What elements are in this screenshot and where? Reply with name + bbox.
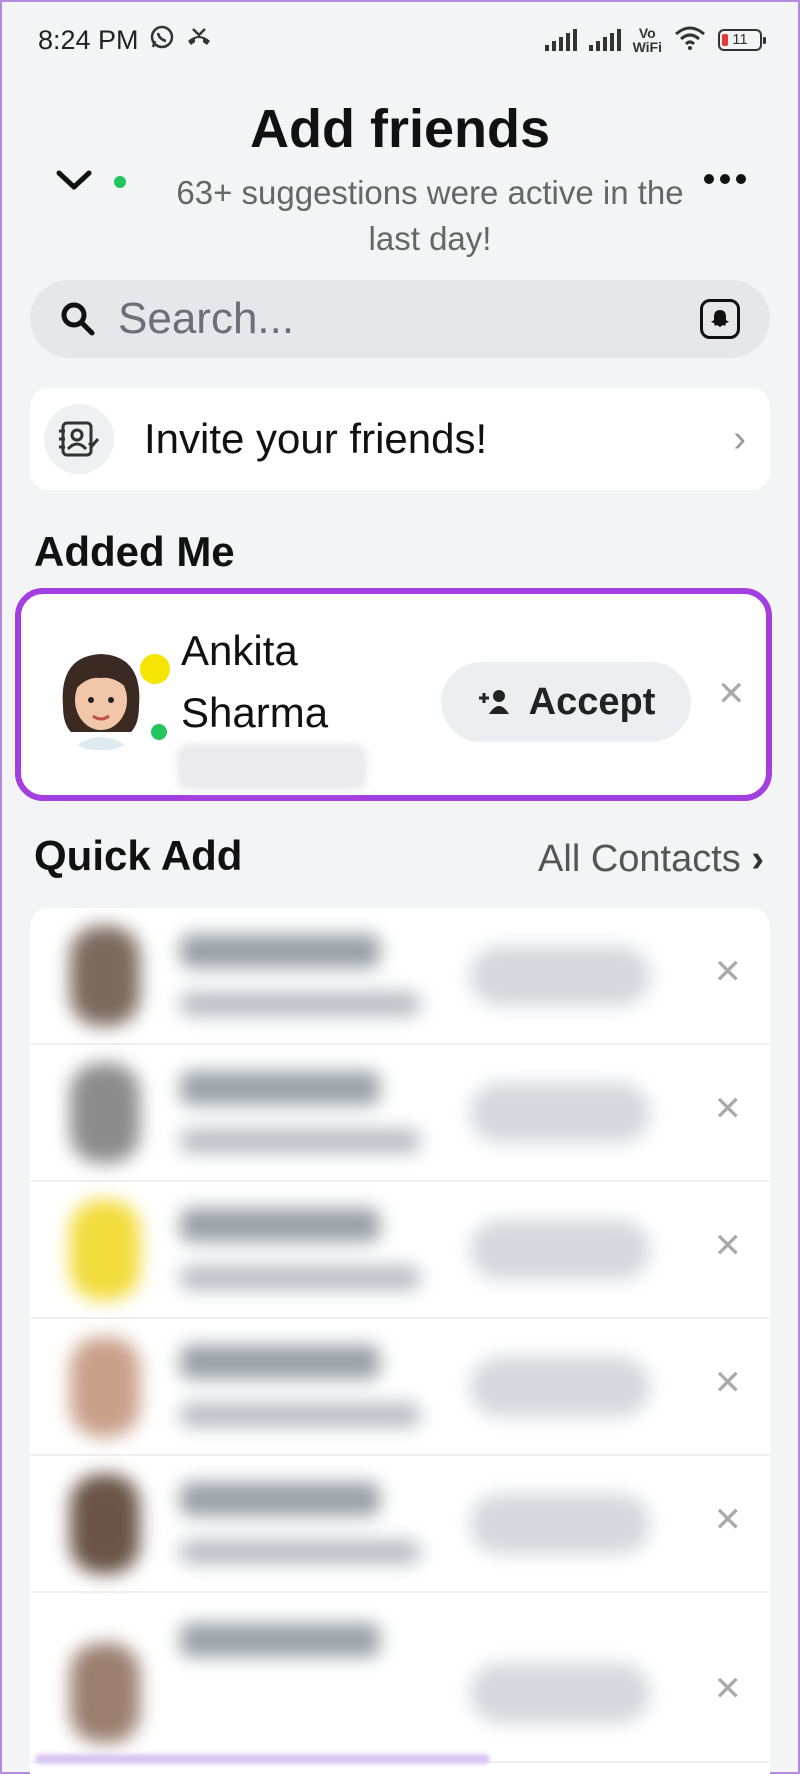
requester-name: Ankita Sharma [181, 627, 329, 736]
requester-username-blurred [177, 744, 367, 790]
collapse-button[interactable] [52, 158, 96, 202]
vowifi-icon: Vo WiFi [632, 25, 662, 55]
friend-request-card: Ankita Sharma Accept ✕ [15, 588, 772, 801]
search-input[interactable]: Search... [118, 294, 700, 344]
list-item[interactable]: ✕ [30, 1456, 770, 1593]
search-bar[interactable]: Search... [30, 280, 770, 358]
avatar [70, 1063, 140, 1163]
status-bar: 8:24 PM Vo WiFi 11 [0, 0, 800, 80]
avatar [70, 1337, 140, 1437]
quick-add-list: ✕ ✕ ✕ ✕ ✕ ✕ [30, 908, 770, 1774]
avatar [70, 1474, 140, 1574]
quick-add-heading: Quick Add [34, 832, 243, 879]
chevron-right-icon: › [733, 417, 746, 460]
invite-friends-label: Invite your friends! [144, 415, 488, 462]
battery-icon: 11 [718, 29, 766, 51]
signal-2-icon [588, 29, 621, 51]
status-time: 8:24 PM [38, 24, 139, 55]
more-options-button[interactable] [700, 164, 750, 194]
wifi-icon [674, 26, 706, 55]
accept-button[interactable]: Accept [441, 662, 691, 742]
story-indicator [140, 654, 170, 684]
list-item[interactable]: ✕ [30, 908, 770, 1045]
online-indicator [151, 724, 167, 740]
missed-call-icon [185, 25, 213, 56]
dismiss-suggestion-button[interactable]: ✕ [714, 1089, 743, 1129]
dismiss-request-button[interactable]: ✕ [717, 674, 746, 714]
add-button [470, 1357, 650, 1417]
home-indicator [35, 1754, 490, 1764]
added-me-heading: Added Me [34, 528, 235, 575]
add-button [470, 946, 650, 1006]
add-friend-icon [478, 690, 509, 714]
page-title: Add friends [249, 99, 550, 159]
invite-friends-row[interactable]: Invite your friends! › [30, 388, 770, 490]
contacts-icon [44, 404, 114, 474]
ghost-icon [711, 310, 729, 327]
dismiss-suggestion-button[interactable]: ✕ [714, 1226, 743, 1266]
active-suggestions-text: 63+ suggestions were active in the last … [176, 174, 684, 257]
list-item[interactable]: ✕ [30, 1182, 770, 1319]
all-contacts-link[interactable]: All Contacts › [538, 838, 764, 881]
add-button [470, 1083, 650, 1143]
snapcode-scan-button[interactable] [700, 299, 740, 339]
avatar [70, 1643, 140, 1743]
add-button [470, 1494, 650, 1554]
dismiss-suggestion-button[interactable]: ✕ [714, 1363, 743, 1403]
chevron-down-icon [56, 170, 92, 190]
dismiss-suggestion-button[interactable]: ✕ [714, 1500, 743, 1540]
list-item[interactable]: ✕ [30, 1319, 770, 1456]
signal-1-icon [544, 29, 577, 51]
dot-icon [704, 174, 714, 184]
dismiss-suggestion-button[interactable]: ✕ [714, 952, 743, 992]
chevron-right-icon: › [751, 838, 764, 880]
whatsapp-icon [149, 24, 175, 57]
active-indicator-dot [114, 176, 126, 188]
add-button [470, 1220, 650, 1280]
avatar[interactable] [57, 646, 145, 750]
avatar [70, 1200, 140, 1300]
add-button [470, 1663, 650, 1723]
dot-icon [736, 174, 746, 184]
list-item[interactable]: ✕ [30, 1045, 770, 1182]
dismiss-suggestion-button[interactable]: ✕ [714, 1669, 743, 1709]
search-icon [61, 302, 95, 336]
avatar [70, 926, 140, 1026]
list-item[interactable]: ✕ [30, 1593, 770, 1763]
dot-icon [720, 174, 730, 184]
